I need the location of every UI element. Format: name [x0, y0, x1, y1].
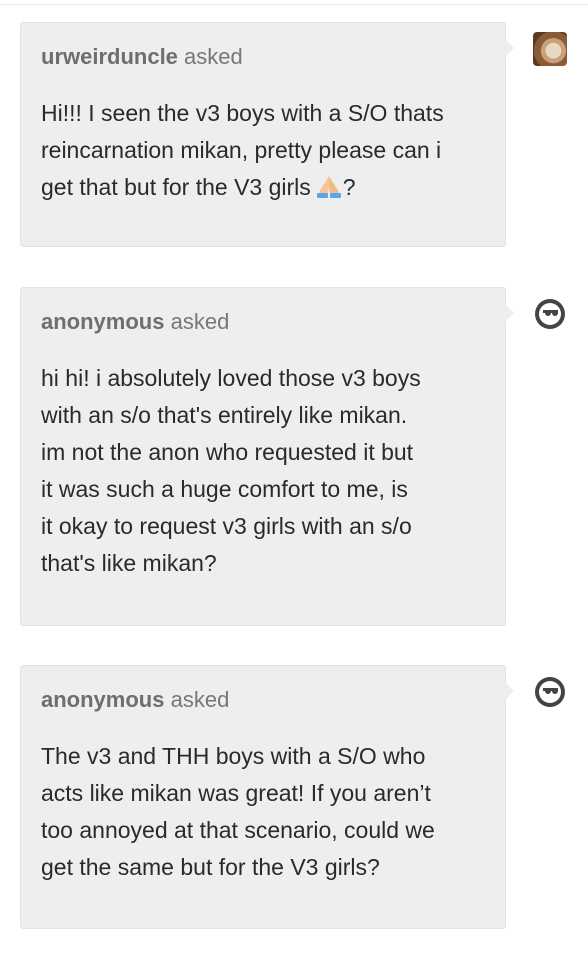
top-divider [0, 4, 588, 5]
asked-label: asked [184, 44, 243, 69]
anonymous-sunglasses-icon[interactable] [533, 297, 567, 331]
asker-name-link[interactable]: anonymous [41, 309, 164, 334]
asker-name-link[interactable]: urweirduncle [41, 44, 178, 69]
anonymous-sunglasses-icon[interactable] [533, 675, 567, 709]
asker-line: urweirduncle asked [41, 43, 485, 71]
question-suffix: ? [342, 174, 356, 200]
asker-avatar-photo[interactable] [533, 32, 567, 66]
asker-line: anonymous asked [41, 308, 485, 336]
praying-hands-icon [315, 172, 343, 198]
question-text: hi hi! i absolutely loved those v3 boys … [41, 365, 421, 576]
asked-label: asked [170, 309, 230, 334]
question-text: Hi!!! I seen the v3 boys with a S/O that… [41, 95, 485, 206]
asked-label: asked [170, 687, 230, 712]
asker-line: anonymous asked [41, 686, 485, 714]
asker-name-link[interactable]: anonymous [41, 687, 164, 712]
ask-card: anonymous asked The v3 and THH boys with… [20, 665, 514, 929]
ask-card: anonymous asked hi hi! i absolutely love… [20, 287, 514, 626]
ask-card: urweirduncle asked Hi!!! I seen the v3 b… [20, 22, 514, 247]
question-text: The v3 and THH boys with a S/O who acts … [41, 743, 435, 880]
question-body: Hi!!! I seen the v3 boys with a S/O that… [41, 100, 444, 200]
